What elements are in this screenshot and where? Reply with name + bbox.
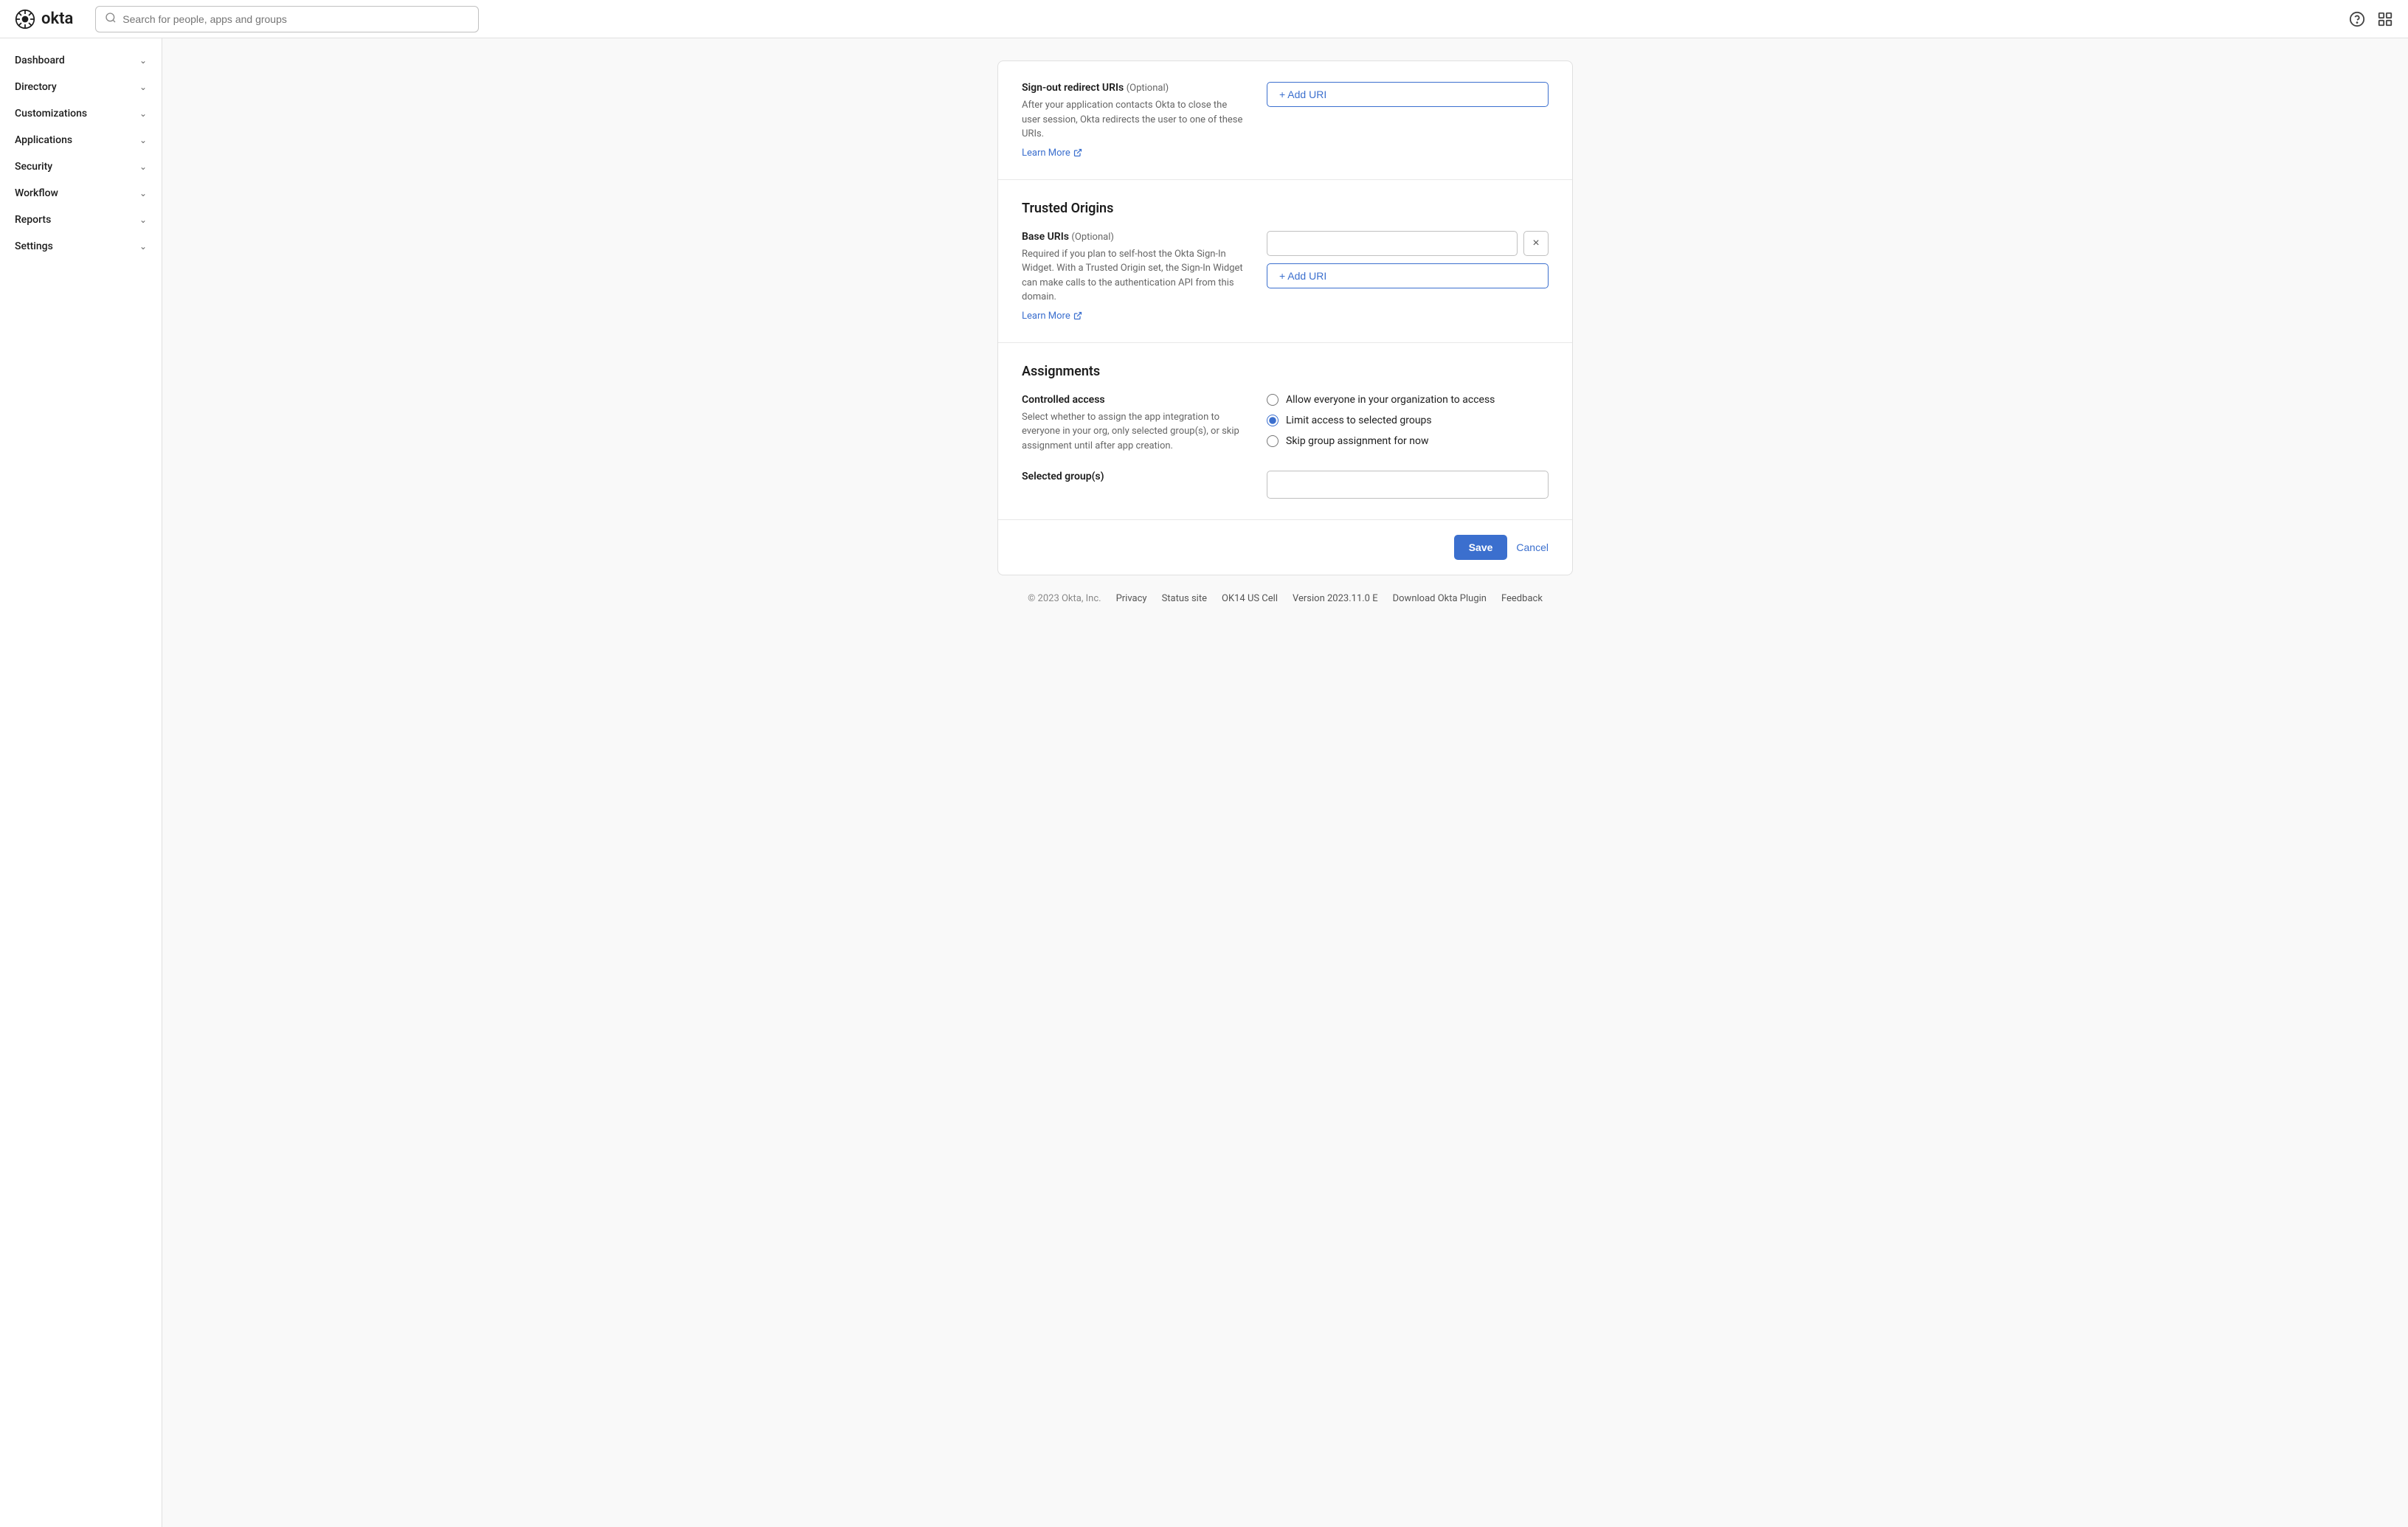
save-button[interactable]: Save: [1454, 535, 1508, 560]
controlled-access-label: Controlled access: [1022, 394, 1243, 406]
sidebar-item-label: Settings: [15, 240, 53, 252]
sign-out-add-uri-button[interactable]: + Add URI: [1267, 82, 1549, 107]
base-uris-field-row: Base URIs (Optional) Required if you pla…: [1022, 231, 1549, 322]
sign-out-field-row: Sign-out redirect URIs (Optional) After …: [1022, 82, 1549, 159]
trusted-origins-add-uri-button[interactable]: + Add URI: [1267, 263, 1549, 288]
chevron-down-icon: ⌄: [139, 188, 147, 198]
radio-everyone-label: Allow everyone in your organization to a…: [1286, 394, 1495, 406]
chevron-down-icon: ⌄: [139, 82, 147, 92]
radio-selected-groups-input[interactable]: [1267, 415, 1279, 426]
search-icon: [105, 12, 117, 27]
chevron-down-icon: ⌄: [139, 55, 147, 66]
sidebar-item-label: Reports: [15, 214, 51, 226]
help-button[interactable]: [2349, 11, 2365, 27]
sidebar: Dashboard ⌄ Directory ⌄ Customizations ⌄…: [0, 38, 162, 1527]
controlled-access-description: Select whether to assign the app integra…: [1022, 410, 1243, 454]
selected-groups-label-col: Selected group(s): [1022, 471, 1243, 484]
sidebar-item-label: Directory: [15, 81, 57, 93]
base-uris-input-col: × + Add URI: [1267, 231, 1549, 288]
grid-menu-button[interactable]: [2377, 11, 2393, 27]
radio-skip[interactable]: Skip group assignment for now: [1267, 435, 1549, 447]
trusted-origins-title: Trusted Origins: [1022, 201, 1549, 216]
sign-out-label-col: Sign-out redirect URIs (Optional) After …: [1022, 82, 1243, 159]
sidebar-item-label: Dashboard: [15, 55, 65, 66]
sign-out-redirect-section: Sign-out redirect URIs (Optional) After …: [998, 61, 1572, 180]
sidebar-item-directory[interactable]: Directory ⌄: [0, 74, 162, 100]
base-uris-description: Required if you plan to self-host the Ok…: [1022, 247, 1243, 305]
footer-copyright: © 2023 Okta, Inc.: [1028, 593, 1101, 604]
footer-cell-link[interactable]: OK14 US Cell: [1222, 593, 1278, 604]
selected-groups-row: Selected group(s): [1022, 471, 1549, 499]
sidebar-item-reports[interactable]: Reports ⌄: [0, 207, 162, 233]
sidebar-item-settings[interactable]: Settings ⌄: [0, 233, 162, 260]
external-link-icon: [1073, 311, 1082, 320]
form-actions: Save Cancel: [998, 520, 1572, 575]
search-input[interactable]: [122, 13, 469, 25]
chevron-down-icon: ⌄: [139, 135, 147, 145]
form-card: Sign-out redirect URIs (Optional) After …: [997, 60, 1573, 575]
cancel-button[interactable]: Cancel: [1516, 541, 1549, 553]
footer-privacy-link[interactable]: Privacy: [1116, 593, 1147, 604]
sidebar-item-workflow[interactable]: Workflow ⌄: [0, 180, 162, 207]
sidebar-item-customizations[interactable]: Customizations ⌄: [0, 100, 162, 127]
main-content: Sign-out redirect URIs (Optional) After …: [162, 38, 2408, 1527]
base-uris-optional: (Optional): [1071, 232, 1113, 243]
logo-text: okta: [41, 10, 73, 28]
footer-plugin-link[interactable]: Download Okta Plugin: [1393, 593, 1487, 604]
radio-selected-groups-label: Limit access to selected groups: [1286, 415, 1432, 426]
selected-groups-input[interactable]: [1267, 471, 1549, 499]
sign-out-input-col: + Add URI: [1267, 82, 1549, 107]
radio-selected-groups[interactable]: Limit access to selected groups: [1267, 415, 1549, 426]
sign-out-optional: (Optional): [1127, 83, 1169, 94]
sidebar-item-applications[interactable]: Applications ⌄: [0, 127, 162, 153]
radio-group-col: Allow everyone in your organization to a…: [1267, 394, 1549, 447]
chevron-down-icon: ⌄: [139, 215, 147, 225]
footer-status-link[interactable]: Status site: [1162, 593, 1207, 604]
controlled-access-label-col: Controlled access Select whether to assi…: [1022, 394, 1243, 454]
layout: Dashboard ⌄ Directory ⌄ Customizations ⌄…: [0, 38, 2408, 1527]
assignments-section: Assignments Controlled access Select whe…: [998, 343, 1572, 521]
sign-out-description: After your application contacts Okta to …: [1022, 98, 1243, 142]
base-uri-input[interactable]: [1267, 231, 1518, 256]
external-link-icon: [1073, 148, 1082, 157]
okta-logo-icon: [15, 9, 35, 30]
header-actions: [2349, 11, 2393, 27]
sidebar-item-label: Applications: [15, 134, 72, 146]
sign-out-field-label: Sign-out redirect URIs (Optional): [1022, 82, 1243, 94]
controlled-access-row: Controlled access Select whether to assi…: [1022, 394, 1549, 454]
selected-groups-label: Selected group(s): [1022, 471, 1243, 482]
header: okta: [0, 0, 2408, 38]
sidebar-item-label: Customizations: [15, 108, 87, 120]
sidebar-item-label: Workflow: [15, 187, 58, 199]
base-uri-input-row: ×: [1267, 231, 1549, 256]
radio-skip-label: Skip group assignment for now: [1286, 435, 1429, 447]
base-uri-clear-button[interactable]: ×: [1523, 231, 1549, 256]
search-bar: [95, 6, 479, 32]
chevron-down-icon: ⌄: [139, 241, 147, 252]
assignments-title: Assignments: [1022, 364, 1549, 379]
selected-groups-input-col: [1267, 471, 1549, 499]
sidebar-item-security[interactable]: Security ⌄: [0, 153, 162, 180]
radio-everyone-input[interactable]: [1267, 394, 1279, 406]
footer: © 2023 Okta, Inc. Privacy Status site OK…: [192, 575, 2378, 616]
trusted-origins-learn-more-link[interactable]: Learn More: [1022, 311, 1082, 322]
footer-feedback-link[interactable]: Feedback: [1501, 593, 1543, 604]
chevron-down-icon: ⌄: [139, 162, 147, 172]
sidebar-item-dashboard[interactable]: Dashboard ⌄: [0, 47, 162, 74]
access-radio-group: Allow everyone in your organization to a…: [1267, 394, 1549, 447]
chevron-down-icon: ⌄: [139, 108, 147, 119]
okta-logo[interactable]: okta: [15, 9, 73, 30]
sign-out-learn-more-link[interactable]: Learn More: [1022, 148, 1082, 159]
base-uris-label-col: Base URIs (Optional) Required if you pla…: [1022, 231, 1243, 322]
radio-skip-input[interactable]: [1267, 435, 1279, 447]
trusted-origins-section: Trusted Origins Base URIs (Optional) Req…: [998, 180, 1572, 343]
base-uris-field-label: Base URIs (Optional): [1022, 231, 1243, 243]
radio-everyone[interactable]: Allow everyone in your organization to a…: [1267, 394, 1549, 406]
sidebar-item-label: Security: [15, 161, 52, 173]
footer-version-link[interactable]: Version 2023.11.0 E: [1293, 593, 1378, 604]
